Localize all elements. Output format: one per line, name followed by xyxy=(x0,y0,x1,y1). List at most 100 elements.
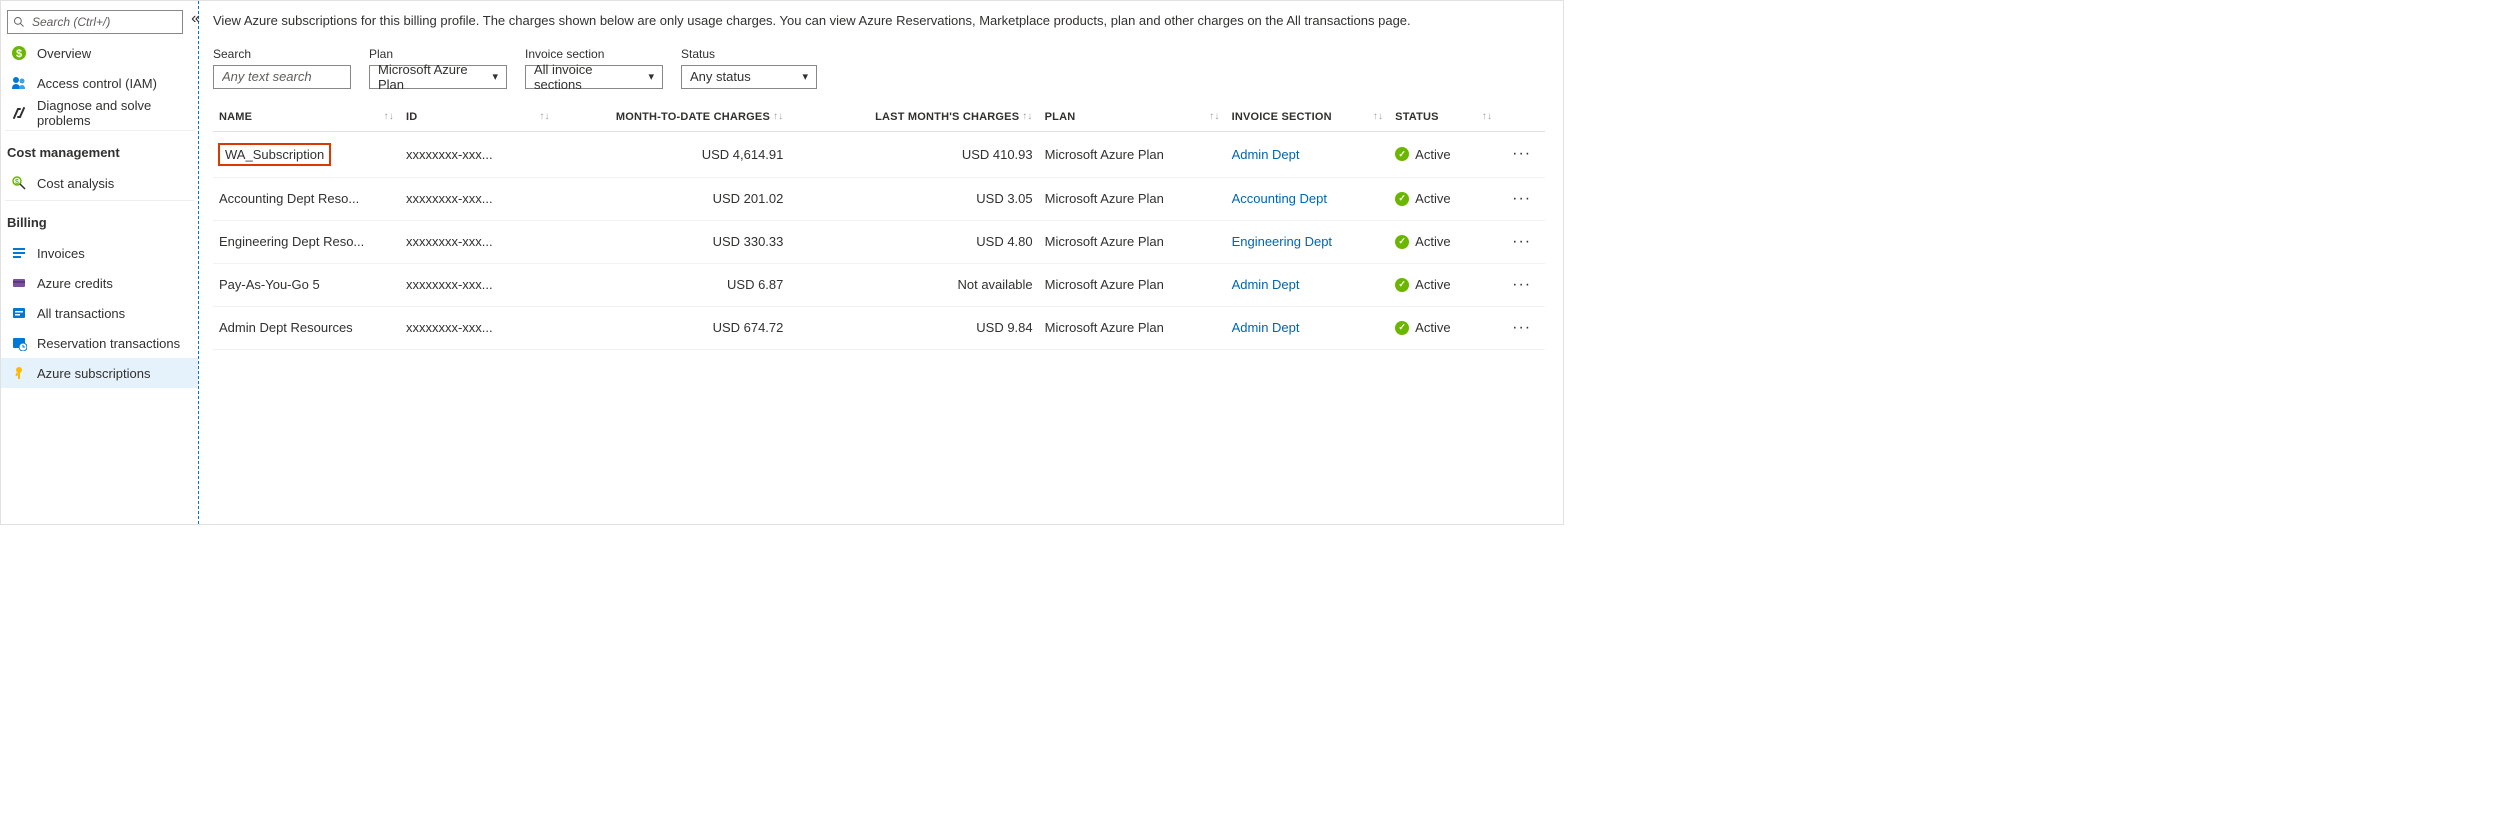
mtd-charges: USD 6.87 xyxy=(556,263,790,306)
subscription-id: xxxxxxxx-xxx... xyxy=(400,263,556,306)
nav-label: Cost analysis xyxy=(37,176,114,191)
collapse-sidebar-icon[interactable]: « xyxy=(191,10,200,28)
mtd-charges: USD 674.72 xyxy=(556,306,790,349)
mtd-charges: USD 201.02 xyxy=(556,177,790,220)
iam-icon xyxy=(11,75,27,91)
subscription-id: xxxxxxxx-xxx... xyxy=(400,131,556,177)
filter-invoice-value: All invoice sections xyxy=(534,62,640,92)
status-text: Active xyxy=(1415,147,1450,162)
col-id[interactable]: ID↑↓ xyxy=(400,103,556,132)
svg-text:$: $ xyxy=(16,48,22,60)
nav-label: All transactions xyxy=(37,306,125,321)
filter-search-input[interactable] xyxy=(213,65,351,89)
invoice-section-link[interactable]: Admin Dept xyxy=(1226,263,1390,306)
chevron-down-icon: ▾ xyxy=(492,70,498,83)
nav-overview[interactable]: $ Overview xyxy=(1,38,198,68)
section-cost-management: Cost management xyxy=(1,131,198,168)
subscriptions-table: NAME↑↓ ID↑↓ MONTH-TO-DATE CHARGES↑↓ LAST… xyxy=(213,103,1545,350)
nav-reservations[interactable]: Reservation transactions xyxy=(1,328,198,358)
nav-label: Azure credits xyxy=(37,276,113,291)
chevron-down-icon: ▾ xyxy=(802,70,808,83)
credits-icon xyxy=(11,275,27,291)
last-month-charges: USD 4.80 xyxy=(789,220,1038,263)
nav-label: Invoices xyxy=(37,246,85,261)
col-name[interactable]: NAME↑↓ xyxy=(213,103,400,132)
invoice-section-link[interactable]: Admin Dept xyxy=(1226,131,1390,177)
subscription-name: Accounting Dept Reso... xyxy=(219,191,359,206)
invoice-section-link[interactable]: Engineering Dept xyxy=(1226,220,1390,263)
plan-value: Microsoft Azure Plan xyxy=(1039,177,1226,220)
cost-analysis-icon: $ xyxy=(11,175,27,191)
status-check-icon xyxy=(1395,192,1409,206)
nav-label: Diagnose and solve problems xyxy=(37,98,198,128)
col-plan[interactable]: PLAN↑↓ xyxy=(1039,103,1226,132)
status-check-icon xyxy=(1395,147,1409,161)
plan-value: Microsoft Azure Plan xyxy=(1039,220,1226,263)
chevron-down-icon: ▾ xyxy=(648,70,654,83)
subscription-id: xxxxxxxx-xxx... xyxy=(400,220,556,263)
filter-plan-select[interactable]: Microsoft Azure Plan ▾ xyxy=(369,65,507,89)
subscription-id: xxxxxxxx-xxx... xyxy=(400,177,556,220)
filter-status-label: Status xyxy=(681,47,817,61)
nav-cost-analysis[interactable]: $ Cost analysis xyxy=(1,168,198,198)
status-text: Active xyxy=(1415,320,1450,335)
search-icon xyxy=(13,16,25,28)
nav-subscriptions[interactable]: Azure subscriptions xyxy=(1,358,198,388)
table-row[interactable]: Engineering Dept Reso...xxxxxxxx-xxx...U… xyxy=(213,220,1545,263)
plan-value: Microsoft Azure Plan xyxy=(1039,263,1226,306)
page-description: View Azure subscriptions for this billin… xyxy=(213,11,1545,31)
last-month-charges: USD 3.05 xyxy=(789,177,1038,220)
table-row[interactable]: Admin Dept Resourcesxxxxxxxx-xxx...USD 6… xyxy=(213,306,1545,349)
table-row[interactable]: WA_Subscriptionxxxxxxxx-xxx...USD 4,614.… xyxy=(213,131,1545,177)
mtd-charges: USD 330.33 xyxy=(556,220,790,263)
invoice-section-link[interactable]: Admin Dept xyxy=(1226,306,1390,349)
row-more-button[interactable]: ··· xyxy=(1498,131,1545,177)
nav-invoices[interactable]: Invoices xyxy=(1,238,198,268)
table-row[interactable]: Accounting Dept Reso...xxxxxxxx-xxx...US… xyxy=(213,177,1545,220)
col-status[interactable]: STATUS↑↓ xyxy=(1389,103,1498,132)
status-text: Active xyxy=(1415,234,1450,249)
filter-plan-label: Plan xyxy=(369,47,507,61)
subscription-name: Pay-As-You-Go 5 xyxy=(219,277,320,292)
plan-value: Microsoft Azure Plan xyxy=(1039,306,1226,349)
filter-status-select[interactable]: Any status ▾ xyxy=(681,65,817,89)
filter-search-label: Search xyxy=(213,47,351,61)
status-text: Active xyxy=(1415,277,1450,292)
nav-credits[interactable]: Azure credits xyxy=(1,268,198,298)
row-more-button[interactable]: ··· xyxy=(1498,306,1545,349)
nav-iam[interactable]: Access control (IAM) xyxy=(1,68,198,98)
col-invoice[interactable]: INVOICE SECTION↑↓ xyxy=(1226,103,1390,132)
nav-diagnose[interactable]: Diagnose and solve problems xyxy=(1,98,198,128)
reservations-icon xyxy=(11,335,27,351)
subscriptions-icon xyxy=(11,365,27,381)
col-last[interactable]: LAST MONTH'S CHARGES↑↓ xyxy=(789,103,1038,132)
filter-status-value: Any status xyxy=(690,69,751,84)
table-row[interactable]: Pay-As-You-Go 5xxxxxxxx-xxx...USD 6.87No… xyxy=(213,263,1545,306)
last-month-charges: USD 9.84 xyxy=(789,306,1038,349)
nav-transactions[interactable]: All transactions xyxy=(1,298,198,328)
last-month-charges: USD 410.93 xyxy=(789,131,1038,177)
subscription-name: WA_Subscription xyxy=(219,144,330,165)
nav-label: Reservation transactions xyxy=(37,336,180,351)
row-more-button[interactable]: ··· xyxy=(1498,220,1545,263)
status-text: Active xyxy=(1415,191,1450,206)
status-check-icon xyxy=(1395,321,1409,335)
col-mtd[interactable]: MONTH-TO-DATE CHARGES↑↓ xyxy=(556,103,790,132)
plan-value: Microsoft Azure Plan xyxy=(1039,131,1226,177)
filter-plan-value: Microsoft Azure Plan xyxy=(378,62,484,92)
invoice-section-link[interactable]: Accounting Dept xyxy=(1226,177,1390,220)
main-content: View Azure subscriptions for this billin… xyxy=(199,1,1563,524)
row-more-button[interactable]: ··· xyxy=(1498,177,1545,220)
row-more-button[interactable]: ··· xyxy=(1498,263,1545,306)
subscription-name: Engineering Dept Reso... xyxy=(219,234,364,249)
nav-label: Overview xyxy=(37,46,91,61)
diagnose-icon xyxy=(11,105,27,121)
transactions-icon xyxy=(11,305,27,321)
nav-label: Azure subscriptions xyxy=(37,366,150,381)
nav-label: Access control (IAM) xyxy=(37,76,157,91)
filter-invoice-select[interactable]: All invoice sections ▾ xyxy=(525,65,663,89)
sidebar-search-input[interactable] xyxy=(7,10,183,34)
filter-bar: Search Plan Microsoft Azure Plan ▾ Invoi… xyxy=(213,47,1545,89)
invoices-icon xyxy=(11,245,27,261)
svg-text:$: $ xyxy=(15,179,19,186)
